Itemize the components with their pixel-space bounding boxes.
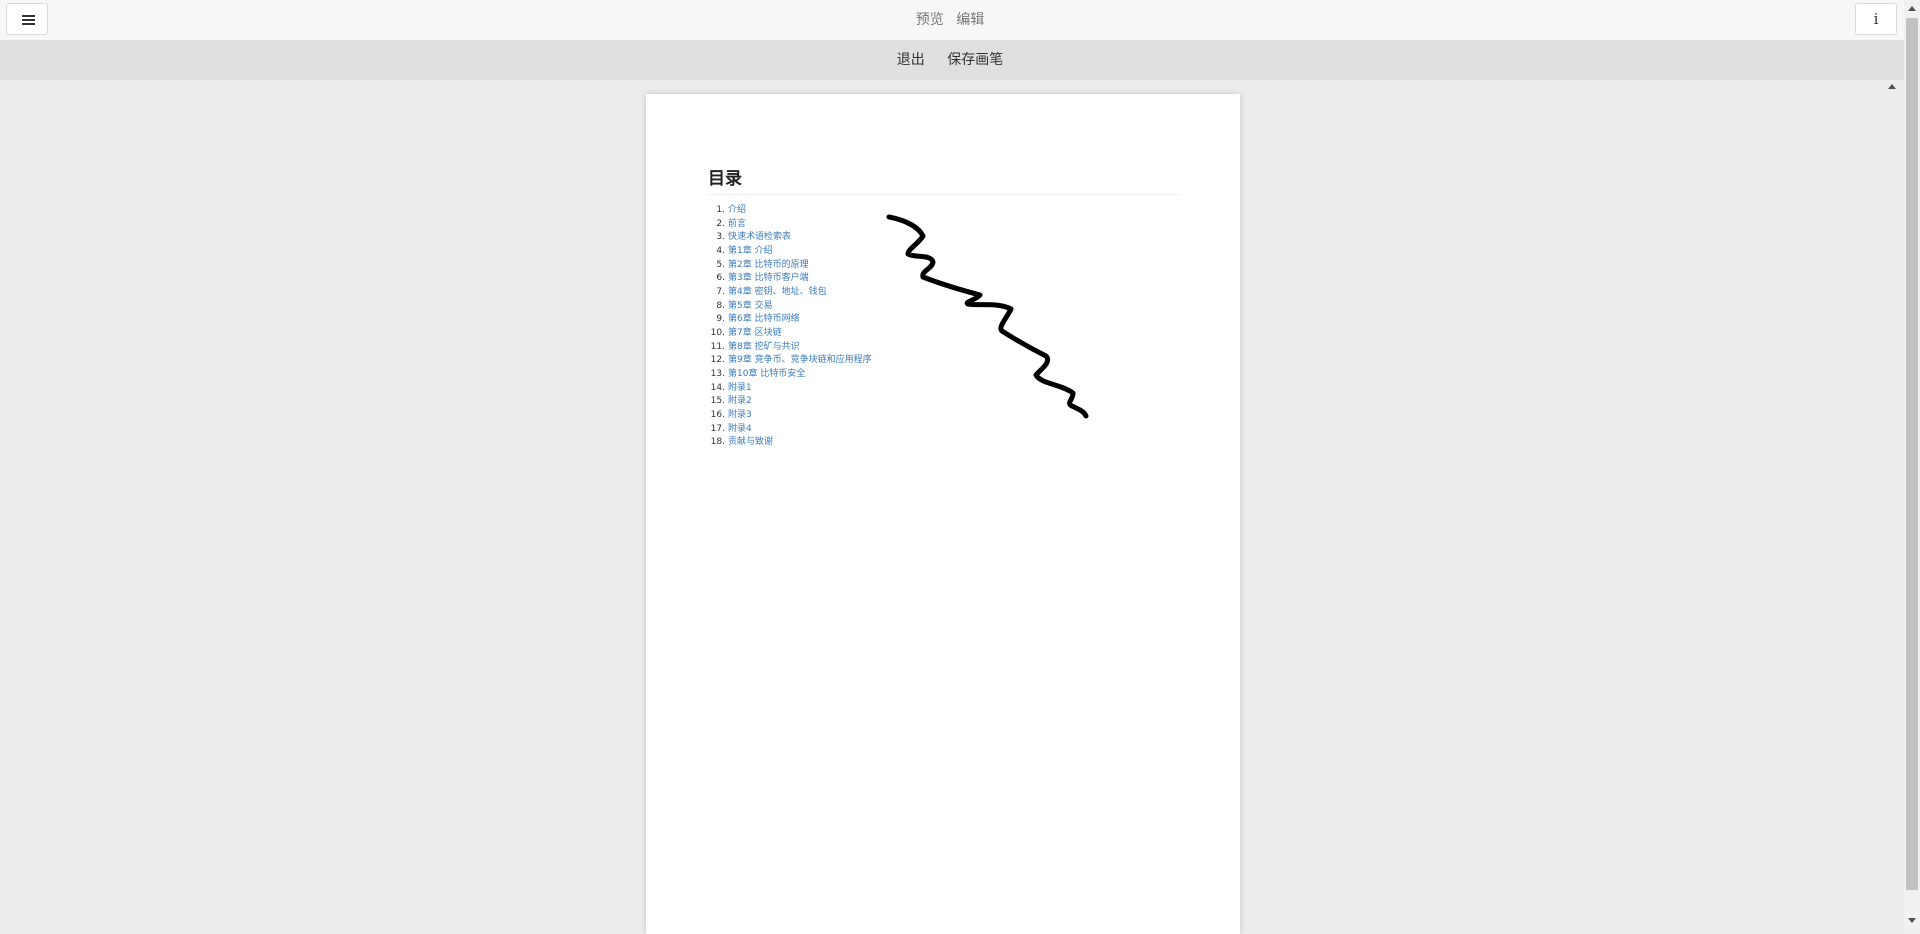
top-bar: 预览 编辑 i xyxy=(0,0,1920,41)
scrollbar-thumb[interactable] xyxy=(1906,18,1918,890)
window-scrollbar[interactable] xyxy=(1904,0,1920,929)
pen-stroke xyxy=(886,214,1089,419)
exit-button[interactable]: 退出 xyxy=(897,52,925,68)
pen-toolbar: 退出 保存画笔 xyxy=(0,40,1920,80)
mode-tabs: 预览 编辑 xyxy=(0,0,1900,40)
scroll-down-icon[interactable] xyxy=(1908,918,1916,923)
save-pen-button[interactable]: 保存画笔 xyxy=(947,52,1003,68)
pen-drawing-canvas[interactable] xyxy=(646,94,1240,934)
workspace-scrollbar[interactable] xyxy=(1884,80,1900,929)
info-button[interactable]: i xyxy=(1855,3,1897,35)
scroll-up-icon[interactable] xyxy=(1888,84,1896,89)
scroll-up-icon[interactable] xyxy=(1908,6,1916,11)
tab-preview[interactable]: 预览 xyxy=(916,12,944,28)
tab-edit[interactable]: 编辑 xyxy=(956,12,984,28)
document-page[interactable]: 目录 1. 介绍 2. 前言 3. 快速术语检索表 4. 第1章 介绍 5. 第2章 比特币的原理… xyxy=(646,94,1240,934)
